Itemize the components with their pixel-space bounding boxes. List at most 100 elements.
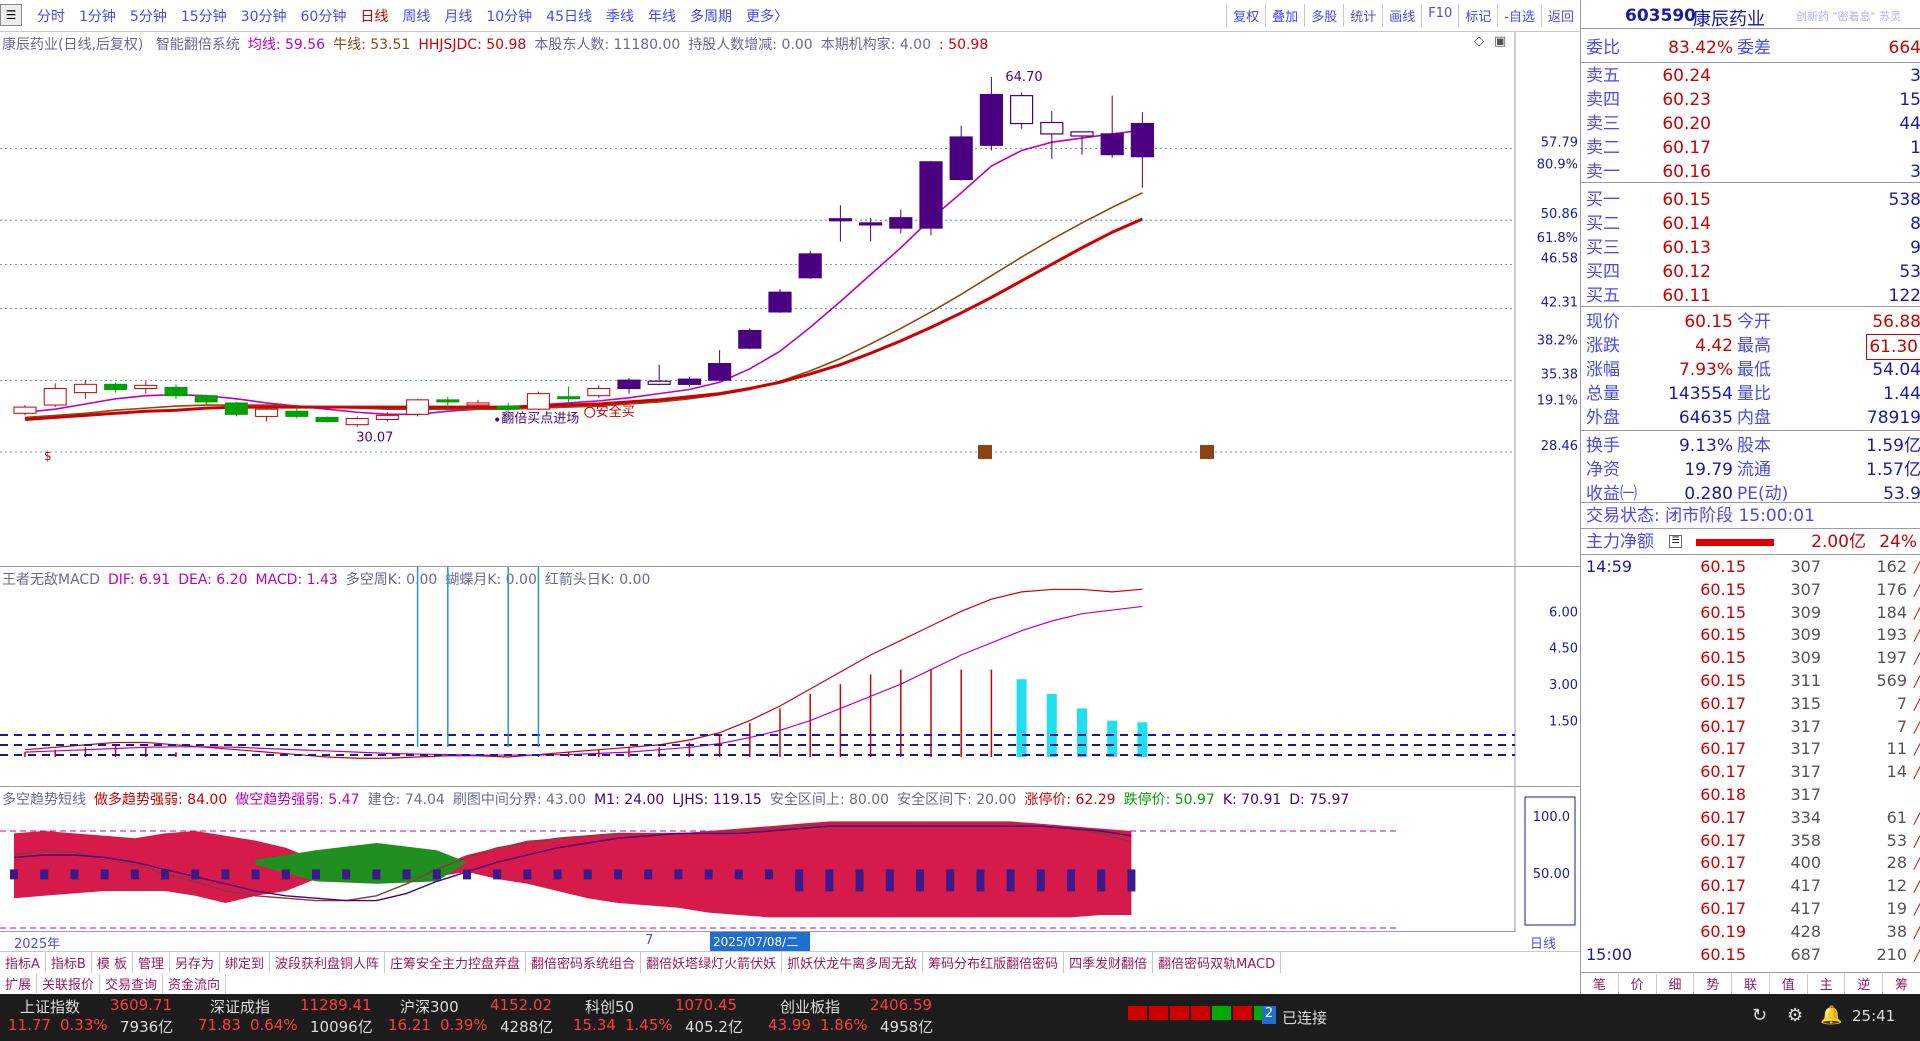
detail-tab[interactable]: 逆	[1845, 974, 1884, 994]
order-book-row[interactable]: 卖五 60.24 3	[1581, 64, 1920, 88]
tool-button[interactable]: 标记	[1458, 4, 1497, 27]
candle-body	[677, 378, 702, 385]
period-tab[interactable]: 周线	[395, 6, 437, 26]
quote-value: 1.59亿	[1866, 436, 1920, 456]
period-tab[interactable]: 分时	[30, 6, 72, 26]
order-book-row[interactable]: 买一 60.15 538	[1581, 188, 1920, 212]
indicator-tab[interactable]: 模 板	[92, 952, 133, 973]
order-book-row[interactable]: 卖三 60.20 44	[1581, 112, 1920, 136]
index-value: 4152.02	[490, 996, 553, 1014]
trend-indicator-panel[interactable]: 多空趋势短线 做多趋势强弱: 84.00 做空趋势强弱: 5.47 建仓: 74.04…	[0, 787, 1580, 932]
index-name[interactable]: 创业板指	[780, 996, 840, 1017]
kline-chart-panel[interactable]: 康辰药业(日线,后复权) 智能翻倍系统 均线: 59.56 牛线: 53.51 HHJ…	[0, 32, 1580, 567]
period-tab[interactable]: 10分钟	[479, 6, 539, 26]
detail-tab[interactable]: 筹	[1883, 974, 1920, 994]
indicator-tab[interactable]: 另存为	[170, 952, 220, 973]
bell-icon[interactable]: 🔔	[1820, 1005, 1842, 1026]
period-tab[interactable]: 15分钟	[174, 6, 234, 26]
tool-button[interactable]: F10	[1421, 4, 1458, 27]
index-name[interactable]: 沪深300	[400, 996, 459, 1017]
indicator-tab[interactable]: 筹码分布红版翻倍密码	[923, 952, 1065, 973]
macd-axis-label: 1.50	[1549, 715, 1578, 730]
refresh-icon[interactable]: ↻	[1752, 1005, 1767, 1026]
indicator-tab[interactable]: 指标A	[0, 952, 46, 973]
indicator-tab[interactable]: 翻倍密码双轨MACD	[1153, 952, 1282, 973]
indicator-tab[interactable]: 抓妖伏龙牛离多周无敌	[782, 952, 924, 973]
candle-body	[345, 417, 369, 426]
period-tab[interactable]: 60分钟	[294, 6, 354, 26]
indicator-tab[interactable]: 指标B	[46, 952, 92, 973]
index-pct: 1.45%	[625, 1016, 673, 1034]
trend-block	[765, 869, 773, 880]
order-book-label: 买五	[1586, 286, 1620, 306]
index-name[interactable]: 深证成指	[210, 996, 270, 1017]
order-book-row[interactable]: 买五 60.11 122	[1581, 284, 1920, 308]
period-tab[interactable]: 日线	[353, 6, 395, 26]
order-book-price: 60.13	[1662, 238, 1711, 258]
tick-price: 60.15	[1700, 579, 1746, 599]
indicator-tab[interactable]: 翻倍密码系统组合	[526, 952, 642, 973]
period-tab[interactable]: 45日线	[539, 6, 599, 26]
macd-panel[interactable]: 王者无敌MACD DIF: 6.91 DEA: 6.20 MACD: 1.43 多空周K…	[0, 567, 1580, 787]
indicator-tab[interactable]: 波段获利盘铜人阵	[270, 952, 386, 973]
tick-time: 15:00	[1586, 944, 1633, 964]
candle-body	[858, 222, 883, 226]
settings-icon[interactable]: ⚙	[1787, 1005, 1803, 1026]
detail-tab[interactable]: 价	[1619, 974, 1657, 994]
list-icon[interactable]: ☰	[1669, 535, 1682, 548]
indicator-tab[interactable]: 管理	[133, 952, 170, 973]
quote-label: 最高	[1737, 336, 1771, 356]
indicator-tab[interactable]: 翻倍妖塔绿灯火箭伏妖	[641, 952, 783, 973]
tool-button[interactable]: 画线	[1382, 4, 1421, 27]
detail-tab[interactable]: 细	[1657, 974, 1695, 994]
date-bar[interactable]: 2025年 7 2025/07/08/二 日线	[0, 932, 1580, 952]
indicator-tab[interactable]: 四季发财翻倍	[1064, 952, 1154, 973]
period-tab[interactable]: 5分钟	[123, 6, 174, 26]
period-tab[interactable]: 30分钟	[234, 6, 294, 26]
indicator-tab[interactable]: 绑定到	[220, 952, 271, 973]
tool-button[interactable]: 叠加	[1265, 4, 1304, 27]
extension-tab[interactable]: 资金流向	[163, 974, 227, 993]
tick-price: 60.17	[1700, 830, 1746, 850]
index-name[interactable]: 科创50	[585, 996, 634, 1017]
detail-tab[interactable]: 势	[1694, 974, 1733, 994]
detail-tab[interactable]: 联	[1732, 974, 1770, 994]
period-tab[interactable]: 月线	[437, 6, 479, 26]
order-book-row[interactable]: 卖四 60.23 15	[1581, 88, 1920, 112]
detail-tab[interactable]: 主	[1808, 974, 1846, 994]
candle-body	[315, 416, 339, 423]
extension-tab[interactable]: 交易查询	[100, 974, 164, 993]
indicator-tab[interactable]: 庄筹安全主力控盘弃盘	[385, 952, 527, 973]
tool-button[interactable]: -自选	[1497, 4, 1541, 27]
tick-count: 309	[1790, 648, 1821, 668]
tool-button[interactable]: 返回	[1540, 4, 1580, 27]
connection-status[interactable]: 已连接	[1282, 1007, 1327, 1028]
period-tab[interactable]: 更多〉	[739, 6, 795, 26]
fib-pct-label: 80.9%	[1537, 158, 1578, 173]
detail-tab[interactable]: 值	[1770, 974, 1808, 994]
candle-body	[104, 383, 128, 391]
tool-button[interactable]: 统计	[1343, 4, 1382, 27]
trend-block	[1127, 869, 1136, 892]
order-book-row[interactable]: 卖一 60.16 3	[1581, 160, 1920, 184]
trend-block	[130, 869, 139, 880]
tool-button[interactable]: 复权	[1226, 4, 1265, 27]
tick-volume: 53	[1886, 830, 1907, 850]
panel-toggle-icon[interactable]: ☰	[0, 4, 22, 26]
order-book-row[interactable]: 买二 60.14 8	[1581, 212, 1920, 236]
tool-button[interactable]: 多股	[1304, 4, 1343, 27]
order-book-row[interactable]: 买四 60.12 53	[1581, 260, 1920, 284]
order-book-row[interactable]: 卖二 60.17 1	[1581, 136, 1920, 160]
period-tab[interactable]: 多周期	[683, 6, 739, 26]
main-net-row: 主力净额 ☰ 2.00亿 24%	[1581, 530, 1920, 554]
order-book-row[interactable]: 买三 60.13 9	[1581, 236, 1920, 260]
candle-body	[1070, 131, 1094, 137]
index-name[interactable]: 上证指数	[20, 996, 80, 1017]
period-tab[interactable]: 1分钟	[72, 6, 123, 26]
detail-tab[interactable]: 笔	[1581, 974, 1619, 994]
period-tab[interactable]: 季线	[599, 6, 641, 26]
extension-tab[interactable]: 关联报价	[37, 974, 101, 993]
extension-tab[interactable]: 扩展	[0, 974, 38, 993]
period-tab[interactable]: 年线	[641, 6, 683, 26]
clock-time: 25:41	[1852, 1007, 1896, 1025]
